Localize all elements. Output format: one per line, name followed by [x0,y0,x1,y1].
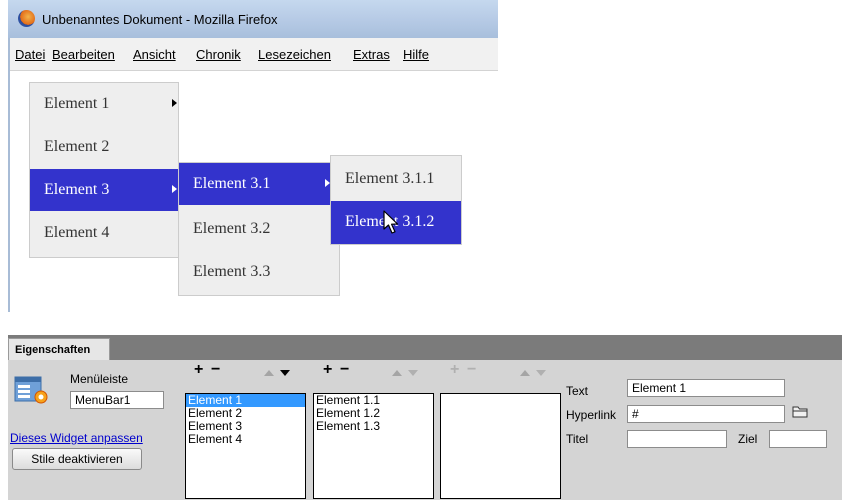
remove-subitem-button[interactable]: − [340,361,349,379]
widget-name-input[interactable]: MenuBar1 [70,391,164,409]
move-down-icon[interactable] [408,370,418,376]
move-up-icon[interactable] [392,370,402,376]
menu-item-element-3[interactable]: Element 3 [30,169,178,211]
menu-extras[interactable]: Extras [353,47,390,62]
menu-item-label: Element 3 [44,181,110,198]
menu-item-element-3-1[interactable]: Element 3.1 [179,163,339,205]
text-label: Text [566,384,589,398]
disable-styles-button[interactable]: Stile deaktivieren [12,448,142,470]
menu-items-list-level1[interactable]: Element 1 Element 2 Element 3 Element 4 [185,393,306,499]
menubar-widget-icon [14,376,48,404]
menu-items-list-level3[interactable] [440,393,561,499]
text-input[interactable]: Element 1 [627,379,785,397]
widget-type-label: Menüleiste [70,372,129,386]
menu-ansicht[interactable]: Ansicht [133,47,176,62]
tab-eigenschaften[interactable]: Eigenschaften [8,338,110,361]
submenu-element-3: Element 3.1 Element 3.2 Element 3.3 [178,162,340,296]
hyperlink-input[interactable]: # [627,405,785,423]
menu-item-label: Element 3.1 [193,175,271,192]
menu-bar: Datei Bearbeiten Ansicht Chronik Lesezei… [8,38,498,71]
window-title: Unbenanntes Dokument - Mozilla Firefox [42,12,278,27]
hyperlink-label: Hyperlink [566,408,617,422]
menu-item-element-3-3[interactable]: Element 3.3 [179,251,339,293]
customize-widget-link[interactable]: Dieses Widget anpassen [10,431,143,445]
menu-item-label: Element 4 [44,224,110,241]
browse-folder-icon[interactable] [792,405,808,418]
move-up-icon[interactable] [264,370,274,376]
menu-item-label: Element 1 [44,95,110,112]
menu-item-label: Element 3.1.1 [345,170,435,187]
menu-bearbeiten[interactable]: Bearbeiten [52,47,115,62]
menubar-widget: Element 1 Element 2 Element 3 Element 4 [29,82,179,258]
move-down-icon[interactable] [280,370,290,376]
add-subitem-button[interactable]: + [323,361,332,379]
properties-body: Menüleiste MenuBar1 Dieses Widget anpass… [8,360,842,500]
menu-item-label: Element 2 [44,138,110,155]
target-label: Ziel [738,432,758,446]
menu-lesezeichen[interactable]: Lesezeichen [258,47,331,62]
tab-label: Eigenschaften [15,344,91,356]
menu-item-label: Element 3.2 [193,220,271,237]
window-border [8,38,10,312]
list-item[interactable]: Element 1.3 [314,420,433,433]
move-down-icon[interactable] [536,370,546,376]
menu-item-element-3-1-1[interactable]: Element 3.1.1 [331,158,461,200]
title-label: Titel [566,432,589,446]
list-item[interactable]: Element 4 [186,433,305,446]
mouse-cursor-icon [383,210,399,234]
menu-item-label: Element 3.3 [193,263,271,280]
submenu-arrow-icon [172,185,177,193]
properties-panel: Eigenschaften Menüleiste MenuBar1 Dieses… [8,335,842,500]
menu-item-element-2[interactable]: Element 2 [30,126,178,168]
remove-item-button[interactable]: − [211,361,220,379]
add-subsubitem-button[interactable]: + [450,361,459,379]
move-up-icon[interactable] [520,370,530,376]
submenu-arrow-icon [172,99,177,107]
menu-item-element-3-2[interactable]: Element 3.2 [179,208,339,250]
menu-item-element-4[interactable]: Element 4 [30,212,178,254]
title-input[interactable] [627,430,727,448]
remove-subsubitem-button[interactable]: − [467,361,476,379]
menu-hilfe[interactable]: Hilfe [403,47,429,62]
title-bar: Unbenanntes Dokument - Mozilla Firefox [8,0,498,38]
panel-tab-bar: Eigenschaften [8,335,842,361]
firefox-logo-icon [18,10,35,27]
menu-datei[interactable]: Datei [15,47,45,62]
target-input[interactable] [769,430,827,448]
menu-chronik[interactable]: Chronik [196,47,241,62]
menu-item-element-1[interactable]: Element 1 [30,83,178,125]
add-item-button[interactable]: + [194,361,203,379]
menu-items-list-level2[interactable]: Element 1.1 Element 1.2 Element 1.3 [313,393,434,499]
